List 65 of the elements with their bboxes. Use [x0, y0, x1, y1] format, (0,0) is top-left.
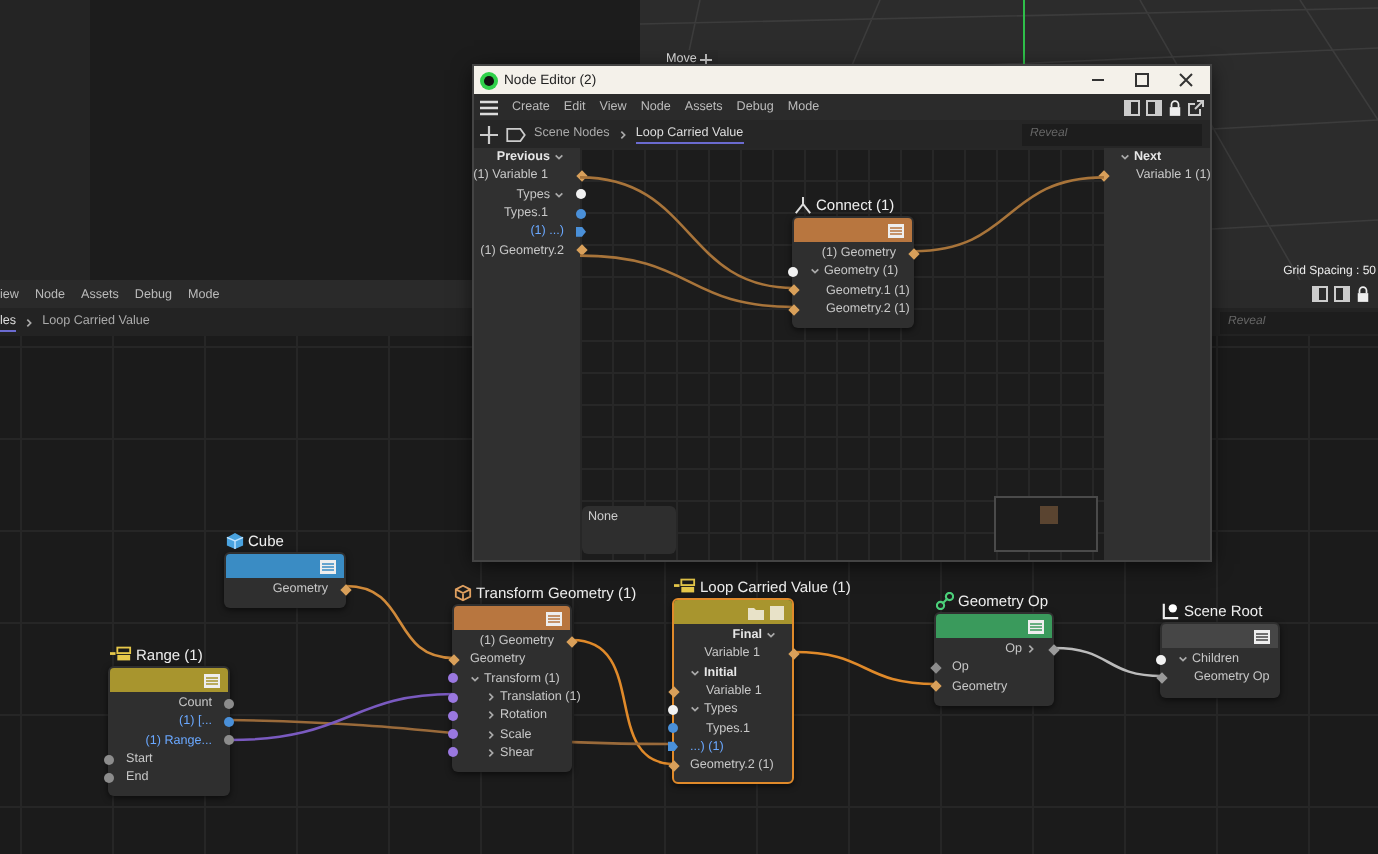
port-socket[interactable]	[907, 247, 919, 259]
port-socket[interactable]	[576, 189, 586, 200]
tag-icon[interactable]	[506, 127, 526, 141]
panel-icon[interactable]	[1124, 99, 1140, 115]
node-header[interactable]	[454, 606, 570, 630]
chevron-icon[interactable]	[554, 189, 564, 200]
port-socket[interactable]	[1156, 654, 1166, 665]
link-icon	[936, 591, 954, 609]
chevron-icon[interactable]	[486, 710, 496, 721]
chevron-icon[interactable]	[470, 673, 480, 684]
panel-icon[interactable]	[1146, 99, 1162, 115]
chevron-icon[interactable]	[486, 729, 496, 740]
port-socket[interactable]	[667, 685, 679, 697]
lock-icon[interactable]	[1168, 99, 1182, 115]
node-header[interactable]	[794, 218, 912, 242]
node-header[interactable]	[110, 668, 228, 692]
node-header[interactable]	[1162, 624, 1278, 648]
box-icon	[454, 583, 472, 601]
wire	[793, 650, 937, 686]
chevron-icon	[617, 129, 628, 139]
port-socket[interactable]	[929, 680, 941, 693]
port-socket[interactable]	[787, 303, 799, 315]
list-icon	[674, 578, 696, 594]
menu-icon[interactable]	[1254, 629, 1270, 643]
move-icon	[700, 53, 713, 65]
close-icon[interactable]	[1178, 72, 1194, 88]
chevron-icon[interactable]	[690, 667, 700, 678]
lock-icon[interactable]	[1356, 286, 1370, 302]
chevron-icon[interactable]	[1178, 654, 1188, 665]
node-header[interactable]	[226, 554, 344, 578]
chevron-icon[interactable]	[690, 704, 700, 715]
chevron-icon[interactable]	[1026, 644, 1036, 655]
app-icon	[480, 71, 498, 89]
port-socket[interactable]	[668, 704, 678, 715]
port-socket[interactable]	[667, 759, 679, 772]
wire	[1053, 646, 1163, 678]
port-socket[interactable]	[565, 635, 577, 647]
port-socket[interactable]	[1047, 643, 1059, 655]
panel-icon[interactable]	[1334, 286, 1350, 302]
chevron-icon[interactable]	[554, 152, 564, 163]
wire	[345, 584, 455, 660]
branch-icon	[794, 195, 812, 213]
port-socket[interactable]	[1097, 170, 1109, 182]
port-socket[interactable]	[788, 266, 798, 277]
chevron-icon[interactable]	[1120, 152, 1130, 163]
port-socket[interactable]	[339, 583, 351, 595]
port-socket[interactable]	[787, 284, 799, 297]
minimap-viewport	[1040, 506, 1058, 524]
port-socket[interactable]	[1155, 672, 1167, 684]
node-header[interactable]	[936, 614, 1052, 638]
port-socket[interactable]	[787, 648, 799, 660]
plus-icon[interactable]	[480, 125, 498, 143]
popout-icon[interactable]	[1188, 99, 1204, 115]
cube-icon	[226, 531, 244, 549]
chevron-icon[interactable]	[486, 692, 496, 703]
port-socket[interactable]	[668, 741, 678, 752]
chevron-icon	[24, 317, 35, 327]
chevron-icon[interactable]	[766, 630, 776, 641]
chevron-icon[interactable]	[810, 266, 820, 277]
root-icon	[1162, 601, 1180, 619]
port-socket[interactable]	[447, 654, 459, 666]
chevron-icon[interactable]	[486, 747, 496, 758]
panel-icon[interactable]	[1312, 286, 1328, 302]
list-icon	[110, 646, 132, 662]
maximize-icon[interactable]	[1134, 72, 1150, 88]
